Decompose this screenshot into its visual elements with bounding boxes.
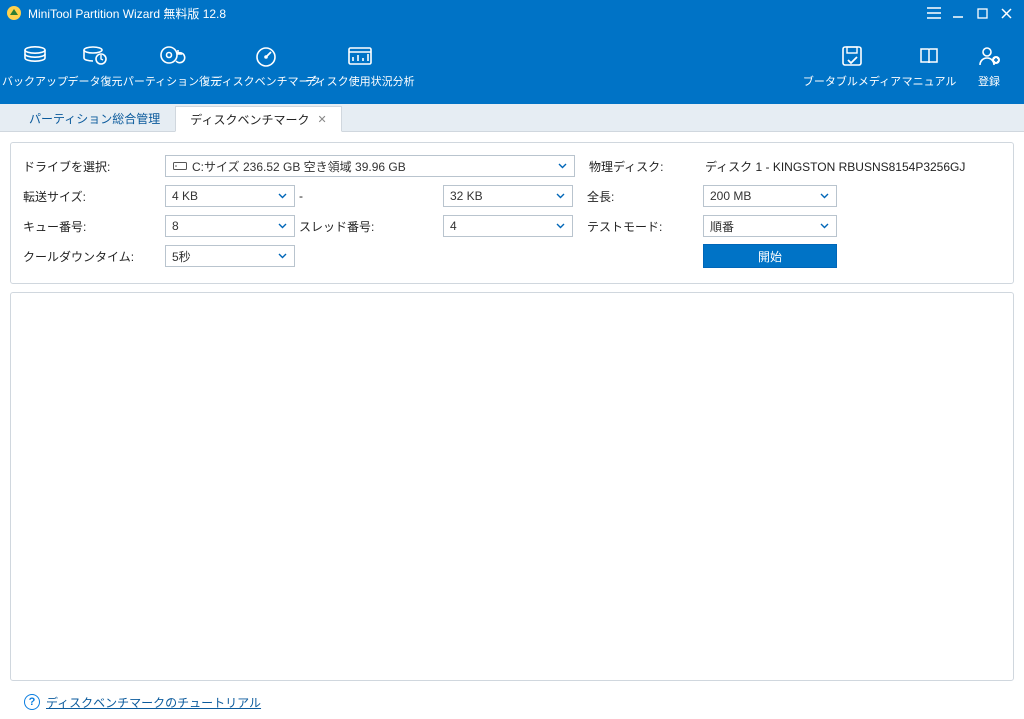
thread-value: 4 — [450, 219, 552, 233]
transfer-to-dropdown[interactable]: 32 KB — [443, 185, 573, 207]
queue-dropdown[interactable]: 8 — [165, 215, 295, 237]
close-button[interactable] — [994, 3, 1018, 23]
queue-label: キュー番号: — [23, 218, 165, 235]
ribbon-right-group: ブータブルメディア マニュアル 登録 — [806, 38, 1018, 92]
ribbon-manual-label: マニュアル — [902, 76, 957, 88]
window-chart-icon — [346, 42, 374, 70]
chevron-down-icon — [816, 193, 832, 199]
minimize-button[interactable] — [946, 3, 970, 23]
ribbon-usage-label: ディスク使用状況分析 — [305, 76, 414, 88]
gauge-icon — [252, 42, 280, 70]
cooldown-value: 5秒 — [172, 248, 274, 265]
ribbon-backup-label: バックアップ — [2, 76, 68, 88]
chevron-down-icon — [554, 163, 570, 169]
cooldown-label: クールダウンタイム: — [23, 248, 165, 265]
tab-disk-benchmark-label: ディスクベンチマーク — [190, 111, 309, 128]
ribbon-datarecovery-label: データ復元 — [68, 76, 123, 88]
length-label: 全長: — [573, 188, 703, 205]
content-area: ドライブを選択: C:サイズ 236.52 GB 空き領域 39.96 GB 物… — [0, 132, 1024, 719]
help-icon[interactable]: ? — [24, 694, 40, 710]
tab-partition-management-label: パーティション総合管理 — [29, 110, 160, 127]
hamburger-menu-icon[interactable] — [922, 3, 946, 23]
transfer-from-value: 4 KB — [172, 189, 274, 203]
ribbon-register-button[interactable]: 登録 — [960, 38, 1018, 92]
tab-close-icon[interactable]: ✕ — [317, 113, 326, 126]
disk-refresh-icon — [158, 42, 186, 70]
title-bar: MiniTool Partition Wizard 無料版 12.8 — [0, 0, 1024, 26]
ribbon-bootmedia-button[interactable]: ブータブルメディア — [806, 38, 898, 92]
benchmark-settings-panel: ドライブを選択: C:サイズ 236.52 GB 空き領域 39.96 GB 物… — [10, 142, 1014, 284]
chevron-down-icon — [274, 223, 290, 229]
transfer-dash: - — [295, 189, 443, 203]
transfer-to-value: 32 KB — [450, 189, 552, 203]
chevron-down-icon — [274, 193, 290, 199]
tab-disk-benchmark[interactable]: ディスクベンチマーク ✕ — [175, 106, 341, 132]
window-title: MiniTool Partition Wizard 無料版 12.8 — [28, 5, 226, 22]
ribbon-left-group: バックアップ データ復元 パーティション復元 ディスクベンチマーク ディスク使用… — [6, 38, 406, 92]
footer-bar: ? ディスクベンチマークのチュートリアル — [10, 689, 1014, 715]
physical-disk-label: 物理ディスク: — [575, 158, 705, 175]
ribbon-toolbar: バックアップ データ復元 パーティション復元 ディスクベンチマーク ディスク使用… — [0, 26, 1024, 104]
testmode-label: テストモード: — [573, 218, 703, 235]
physical-disk-value: ディスク 1 - KINGSTON RBUSNS8154P3256GJ — [705, 158, 1001, 175]
transfer-size-label: 転送サイズ: — [23, 188, 165, 205]
queue-value: 8 — [172, 219, 274, 233]
drive-select-label: ドライブを選択: — [23, 158, 165, 175]
cooldown-dropdown[interactable]: 5秒 — [165, 245, 295, 267]
chevron-down-icon — [552, 223, 568, 229]
hdd-icon — [172, 160, 188, 172]
drive-select-dropdown[interactable]: C:サイズ 236.52 GB 空き領域 39.96 GB — [165, 155, 575, 177]
transfer-from-dropdown[interactable]: 4 KB — [165, 185, 295, 207]
testmode-value: 順番 — [710, 218, 816, 235]
ribbon-datarecovery-button[interactable]: データ復元 — [66, 38, 124, 92]
stack-icon — [21, 42, 49, 70]
benchmark-result-panel — [10, 292, 1014, 681]
app-logo-icon — [6, 5, 22, 21]
stack-refresh-icon — [81, 42, 109, 70]
ribbon-partitionrecovery-button[interactable]: パーティション復元 — [126, 38, 218, 92]
thread-label: スレッド番号: — [295, 218, 443, 235]
length-dropdown[interactable]: 200 MB — [703, 185, 837, 207]
user-plus-icon — [975, 42, 1003, 70]
book-icon — [915, 42, 943, 70]
thread-dropdown[interactable]: 4 — [443, 215, 573, 237]
chevron-down-icon — [552, 193, 568, 199]
ribbon-usage-button[interactable]: ディスク使用状況分析 — [314, 38, 406, 92]
tutorial-link[interactable]: ディスクベンチマークのチュートリアル — [46, 694, 261, 711]
chevron-down-icon — [274, 253, 290, 259]
start-button-label: 開始 — [758, 248, 782, 265]
ribbon-register-label: 登録 — [978, 76, 1000, 88]
testmode-dropdown[interactable]: 順番 — [703, 215, 837, 237]
tab-strip: パーティション総合管理 ディスクベンチマーク ✕ — [0, 104, 1024, 132]
tab-partition-management[interactable]: パーティション総合管理 — [14, 105, 175, 131]
ribbon-partitionrecovery-label: パーティション復元 — [123, 76, 221, 88]
ribbon-benchmark-button[interactable]: ディスクベンチマーク — [220, 38, 312, 92]
ribbon-manual-button[interactable]: マニュアル — [900, 38, 958, 92]
drive-select-value: C:サイズ 236.52 GB 空き領域 39.96 GB — [192, 158, 554, 175]
chevron-down-icon — [816, 223, 832, 229]
maximize-button[interactable] — [970, 3, 994, 23]
start-button[interactable]: 開始 — [703, 244, 837, 268]
ribbon-bootmedia-label: ブータブルメディア — [803, 76, 901, 88]
app-window: MiniTool Partition Wizard 無料版 12.8 バックアッ… — [0, 0, 1024, 719]
ribbon-backup-button[interactable]: バックアップ — [6, 38, 64, 92]
save-check-icon — [838, 42, 866, 70]
length-value: 200 MB — [710, 189, 816, 203]
ribbon-benchmark-label: ディスクベンチマーク — [211, 76, 320, 88]
